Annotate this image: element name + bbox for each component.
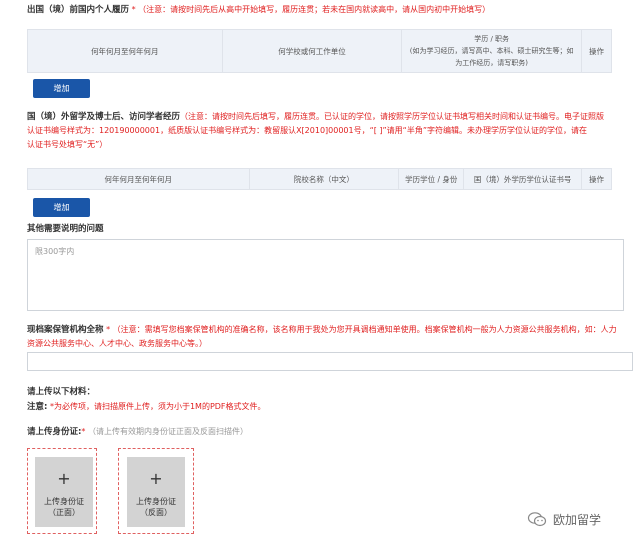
- column-header: 何年何月至何年何月: [27, 168, 250, 190]
- wechat-icon: [527, 511, 547, 527]
- plus-icon: +: [149, 469, 163, 488]
- column-header: 何学校或何工作单位: [221, 29, 403, 73]
- column-header-degree-note: (如为学习经历，请写高中、本科、硕士研究生等；如为工作经历，请写职务): [409, 47, 574, 67]
- column-header-action: 操作: [581, 29, 612, 73]
- required-asterisk: *: [131, 5, 136, 14]
- column-header: 国（境）外学历学位认证书号: [463, 168, 582, 190]
- required-asterisk: *: [81, 427, 86, 436]
- watermark-text: 欧加留学: [553, 513, 602, 527]
- id-front-upload-card[interactable]: + 上传身份证 （正面）: [35, 457, 93, 527]
- id-front-label: 上传身份证: [44, 497, 84, 506]
- id-back-label: 上传身份证: [136, 497, 176, 506]
- section5-note: 注意: *为必传项，请扫描原件上传，须为小于1M的PDF格式文件。: [27, 400, 266, 412]
- archive-institution-input[interactable]: [27, 352, 633, 371]
- section2-header: 国（境）外留学及博士后、访问学者经历（注意：请按时间先后填写，履历连贯。已认证的…: [27, 110, 617, 152]
- section5-note-text: *为必传项，请扫描原件上传，须为小于1M的PDF格式文件。: [49, 402, 266, 411]
- id-front-sublabel: （正面）: [48, 508, 80, 517]
- section2-note-line3: 认证书号处填写“无”）: [27, 140, 108, 149]
- section1-note: （注意：请按时间先后从高中开始填写，履历连贯；若未在国内就读高中，请从国内初中开…: [138, 5, 491, 14]
- column-header-degree: 学历 / 职务 (如为学习经历，请写高中、本科、硕士研究生等；如为工作经历，请写…: [401, 29, 582, 73]
- section3-title: 其他需要说明的问题: [27, 224, 104, 234]
- column-header-degree-title: 学历 / 职务: [474, 35, 510, 43]
- section6-hint: （请上传有效期内身份证正面及反面扫描件）: [87, 427, 248, 436]
- section4-header: 现档案保管机构全称 * （注意：需填写您档案保管机构的准确名称，该名称用于我处为…: [27, 323, 627, 351]
- column-header: 院校名称（中文）: [248, 168, 400, 190]
- section4-title: 现档案保管机构全称: [27, 325, 104, 335]
- id-back-sublabel: （反面）: [140, 508, 172, 517]
- add-overseas-history-button[interactable]: 增加: [33, 198, 90, 217]
- add-domestic-history-button[interactable]: 增加: [33, 79, 90, 98]
- overseas-history-table: 何年何月至何年何月 院校名称（中文） 学历学位 / 身份 国（境）外学历学位认证…: [27, 168, 612, 190]
- section2-title: 国（境）外留学及博士后、访问学者经历: [27, 112, 181, 122]
- other-notes-textarea[interactable]: 限300字内: [27, 239, 624, 311]
- section5-title: 请上传以下材料：: [27, 387, 96, 397]
- section4-note-line2: 资源公共服务中心、人才中心、政务服务中心等。）: [27, 339, 207, 348]
- section6-header: 请上传身份证:* （请上传有效期内身份证正面及反面扫描件）: [27, 425, 248, 437]
- section4-note-line1: （注意：需填写您档案保管机构的准确名称，该名称用于我处为您开具调档通知单使用。档…: [112, 325, 617, 334]
- column-header: 学历学位 / 身份: [398, 168, 465, 190]
- domestic-history-table: 何年何月至何年何月 何学校或何工作单位 学历 / 职务 (如为学习经历，请写高中…: [27, 29, 612, 73]
- id-back-upload-card[interactable]: + 上传身份证 （反面）: [127, 457, 185, 527]
- section5-note-label: 注意:: [27, 402, 48, 412]
- section1-header: 出国（境）前国内个人履历 * （注意：请按时间先后从高中开始填写，履历连贯；若未…: [27, 3, 627, 17]
- column-header: 何年何月至何年何月: [27, 29, 223, 73]
- column-header-action: 操作: [581, 168, 612, 190]
- plus-icon: +: [57, 469, 71, 488]
- section2-note-line1: （注意：请按时间先后填写，履历连贯。已认证的学位，请按照学历学位认证书填写相关时…: [180, 112, 605, 121]
- section2-note-line2: 认证书编号样式为：120190000001，纸质版认证书编号样式为：教留服认X[…: [27, 126, 587, 135]
- section6-title: 请上传身份证:: [27, 427, 82, 437]
- required-asterisk: *: [106, 325, 111, 334]
- section1-title: 出国（境）前国内个人履历: [27, 5, 130, 15]
